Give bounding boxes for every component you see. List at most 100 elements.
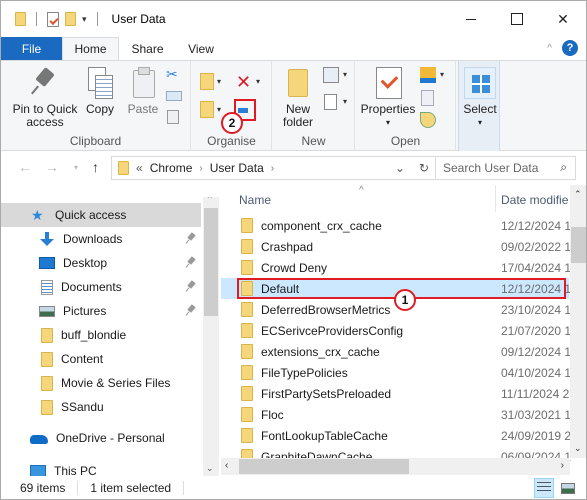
scrollbar-thumb[interactable] [239, 459, 409, 474]
breadcrumb-user-data[interactable]: User Data [210, 161, 264, 175]
copy-path-icon[interactable] [166, 91, 182, 101]
properties-button[interactable]: Properties ▾ [360, 67, 416, 129]
scroll-down-icon[interactable]: ⌄ [206, 463, 214, 474]
divider [77, 481, 79, 495]
nav-item-documents[interactable]: Documents [1, 275, 201, 299]
easy-access-dropdown-icon[interactable]: ▾ [343, 97, 347, 106]
nav-item-movie-series-files[interactable]: Movie & Series Files [1, 371, 201, 395]
copy-to-icon[interactable] [200, 101, 214, 118]
help-icon[interactable]: ? [562, 40, 578, 56]
select-dropdown-icon[interactable]: ▾ [478, 116, 482, 129]
file-row[interactable]: extensions_crx_cache 09/12/2024 1 [221, 341, 571, 362]
tab-home[interactable]: Home [62, 37, 119, 60]
delete-icon[interactable]: ✕ [236, 73, 252, 91]
up-button[interactable]: ↑ [92, 159, 99, 175]
tab-share[interactable]: Share [119, 37, 176, 60]
file-row[interactable]: ECSerivceProvidersConfig 21/07/2020 1 [221, 320, 571, 341]
maximize-button[interactable] [494, 1, 540, 37]
nav-item-downloads[interactable]: Downloads [1, 227, 201, 251]
scroll-right-icon[interactable]: › [561, 460, 564, 471]
new-item-icon[interactable] [323, 67, 339, 83]
cut-icon[interactable]: ✂ [166, 66, 182, 82]
column-divider[interactable] [495, 185, 496, 212]
nav-item-quick-access[interactable]: ★ Quick access [1, 203, 201, 227]
nav-item-pictures[interactable]: Pictures [1, 299, 201, 323]
properties-icon [372, 67, 404, 99]
forward-button[interactable]: → [45, 159, 59, 175]
open-dropdown-icon[interactable]: ▾ [440, 70, 444, 79]
collapse-ribbon-icon[interactable]: ^ [547, 43, 552, 54]
chevron-right-icon[interactable]: › [199, 163, 202, 174]
copy-button[interactable]: Copy [84, 67, 116, 116]
new-folder-button[interactable]: New folder [279, 67, 317, 129]
move-to-icon[interactable] [200, 73, 214, 90]
file-row[interactable]: Crowd Deny 17/04/2024 1 [221, 257, 571, 278]
copy-to-dropdown-icon[interactable]: ▾ [217, 105, 221, 114]
file-row[interactable]: FirstPartySetsPreloaded 11/11/2024 2 [221, 383, 569, 404]
vertical-scrollbar[interactable]: ⌃ ⌄ [570, 185, 586, 458]
properties-quick-icon[interactable] [47, 11, 59, 27]
scrollbar-thumb[interactable] [571, 227, 586, 263]
refresh-icon[interactable]: ↻ [419, 161, 429, 175]
properties-dropdown-icon[interactable]: ▾ [386, 116, 390, 129]
selection-count: 1 item selected [90, 481, 172, 495]
breadcrumb-overflow[interactable]: « [136, 161, 143, 175]
nav-item-desktop[interactable]: Desktop [1, 251, 201, 275]
paste-shortcut-icon[interactable] [167, 110, 179, 124]
minimize-button[interactable] [448, 1, 494, 37]
back-button[interactable]: ← [18, 159, 32, 175]
open-icon[interactable] [420, 67, 436, 83]
column-name[interactable]: Name [239, 193, 271, 207]
large-icons-view-button[interactable] [558, 478, 578, 498]
new-group-label: New [301, 134, 326, 148]
folder-icon [241, 239, 253, 254]
search-placeholder: Search User Data [443, 161, 539, 175]
chevron-right-icon[interactable]: › [271, 163, 274, 174]
file-row[interactable]: Floc 31/03/2021 1 [221, 404, 571, 425]
move-to-dropdown-icon[interactable]: ▾ [217, 77, 221, 86]
address-bar[interactable]: « Chrome › User Data › ⌄ ↻ [111, 156, 436, 180]
open-group: Properties ▾ ▾ Open [356, 61, 456, 151]
folder-icon [241, 365, 253, 380]
folder-icon [118, 161, 129, 175]
nav-item-content[interactable]: Content [1, 347, 201, 371]
scroll-down-icon[interactable]: ⌄ [574, 443, 582, 454]
details-view-button[interactable] [534, 478, 554, 498]
nav-item-onedrive[interactable]: OneDrive - Personal [1, 426, 201, 450]
new-folder-quick-icon[interactable] [65, 12, 76, 26]
file-row[interactable]: Crashpad 09/02/2022 1 [221, 236, 571, 257]
nav-pane-scrollbar[interactable]: ⌃ ⌄ [203, 197, 219, 476]
address-dropdown-icon[interactable]: ⌄ [395, 161, 405, 175]
search-input[interactable]: Search User Data ⌕ [435, 156, 576, 180]
easy-access-icon[interactable] [324, 94, 337, 110]
edit-icon[interactable] [421, 90, 434, 106]
scrollbar-thumb[interactable] [204, 208, 218, 316]
search-icon[interactable]: ⌕ [560, 160, 567, 175]
close-button[interactable]: ✕ [540, 1, 586, 37]
nav-item-buff-blondie[interactable]: buff_blondie [1, 323, 201, 347]
history-icon[interactable] [420, 112, 436, 128]
file-date-modified: 24/09/2019 2 [501, 428, 572, 443]
file-row[interactable]: component_crx_cache 12/12/2024 1 [221, 215, 571, 236]
paste-button[interactable]: Paste [125, 67, 161, 116]
recent-locations-dropdown[interactable]: ▾ [74, 163, 78, 172]
delete-dropdown-icon[interactable]: ▾ [256, 77, 260, 86]
file-row[interactable]: FileTypePolicies 04/10/2024 1 [221, 362, 571, 383]
scroll-up-icon[interactable]: ⌃ [206, 197, 214, 205]
select-button[interactable]: Select ▾ [463, 67, 497, 129]
nav-item-ssandu[interactable]: SSandu [1, 395, 201, 419]
tab-view[interactable]: View [176, 37, 226, 60]
star-icon: ★ [31, 207, 44, 223]
file-row[interactable]: FontLookupTableCache 24/09/2019 2 [221, 425, 572, 446]
breadcrumb-chrome[interactable]: Chrome [150, 161, 193, 175]
new-item-dropdown-icon[interactable]: ▾ [343, 70, 347, 79]
column-date-modified[interactable]: Date modifie [501, 193, 568, 207]
scroll-up-icon[interactable]: ⌃ [574, 189, 582, 200]
tab-file[interactable]: File [1, 37, 62, 60]
horizontal-scrollbar[interactable]: ‹ › [221, 458, 570, 475]
nav-item-this-pc[interactable]: This PC [1, 459, 201, 476]
pin-to-quick-access-button[interactable]: Pin to Quick access [9, 67, 81, 129]
scroll-left-icon[interactable]: ‹ [225, 460, 228, 471]
ribbon: Pin to Quick access Copy Paste ✂ Clipboa… [1, 60, 586, 151]
customize-toolbar-dropdown-icon[interactable]: ▾ [82, 14, 87, 25]
